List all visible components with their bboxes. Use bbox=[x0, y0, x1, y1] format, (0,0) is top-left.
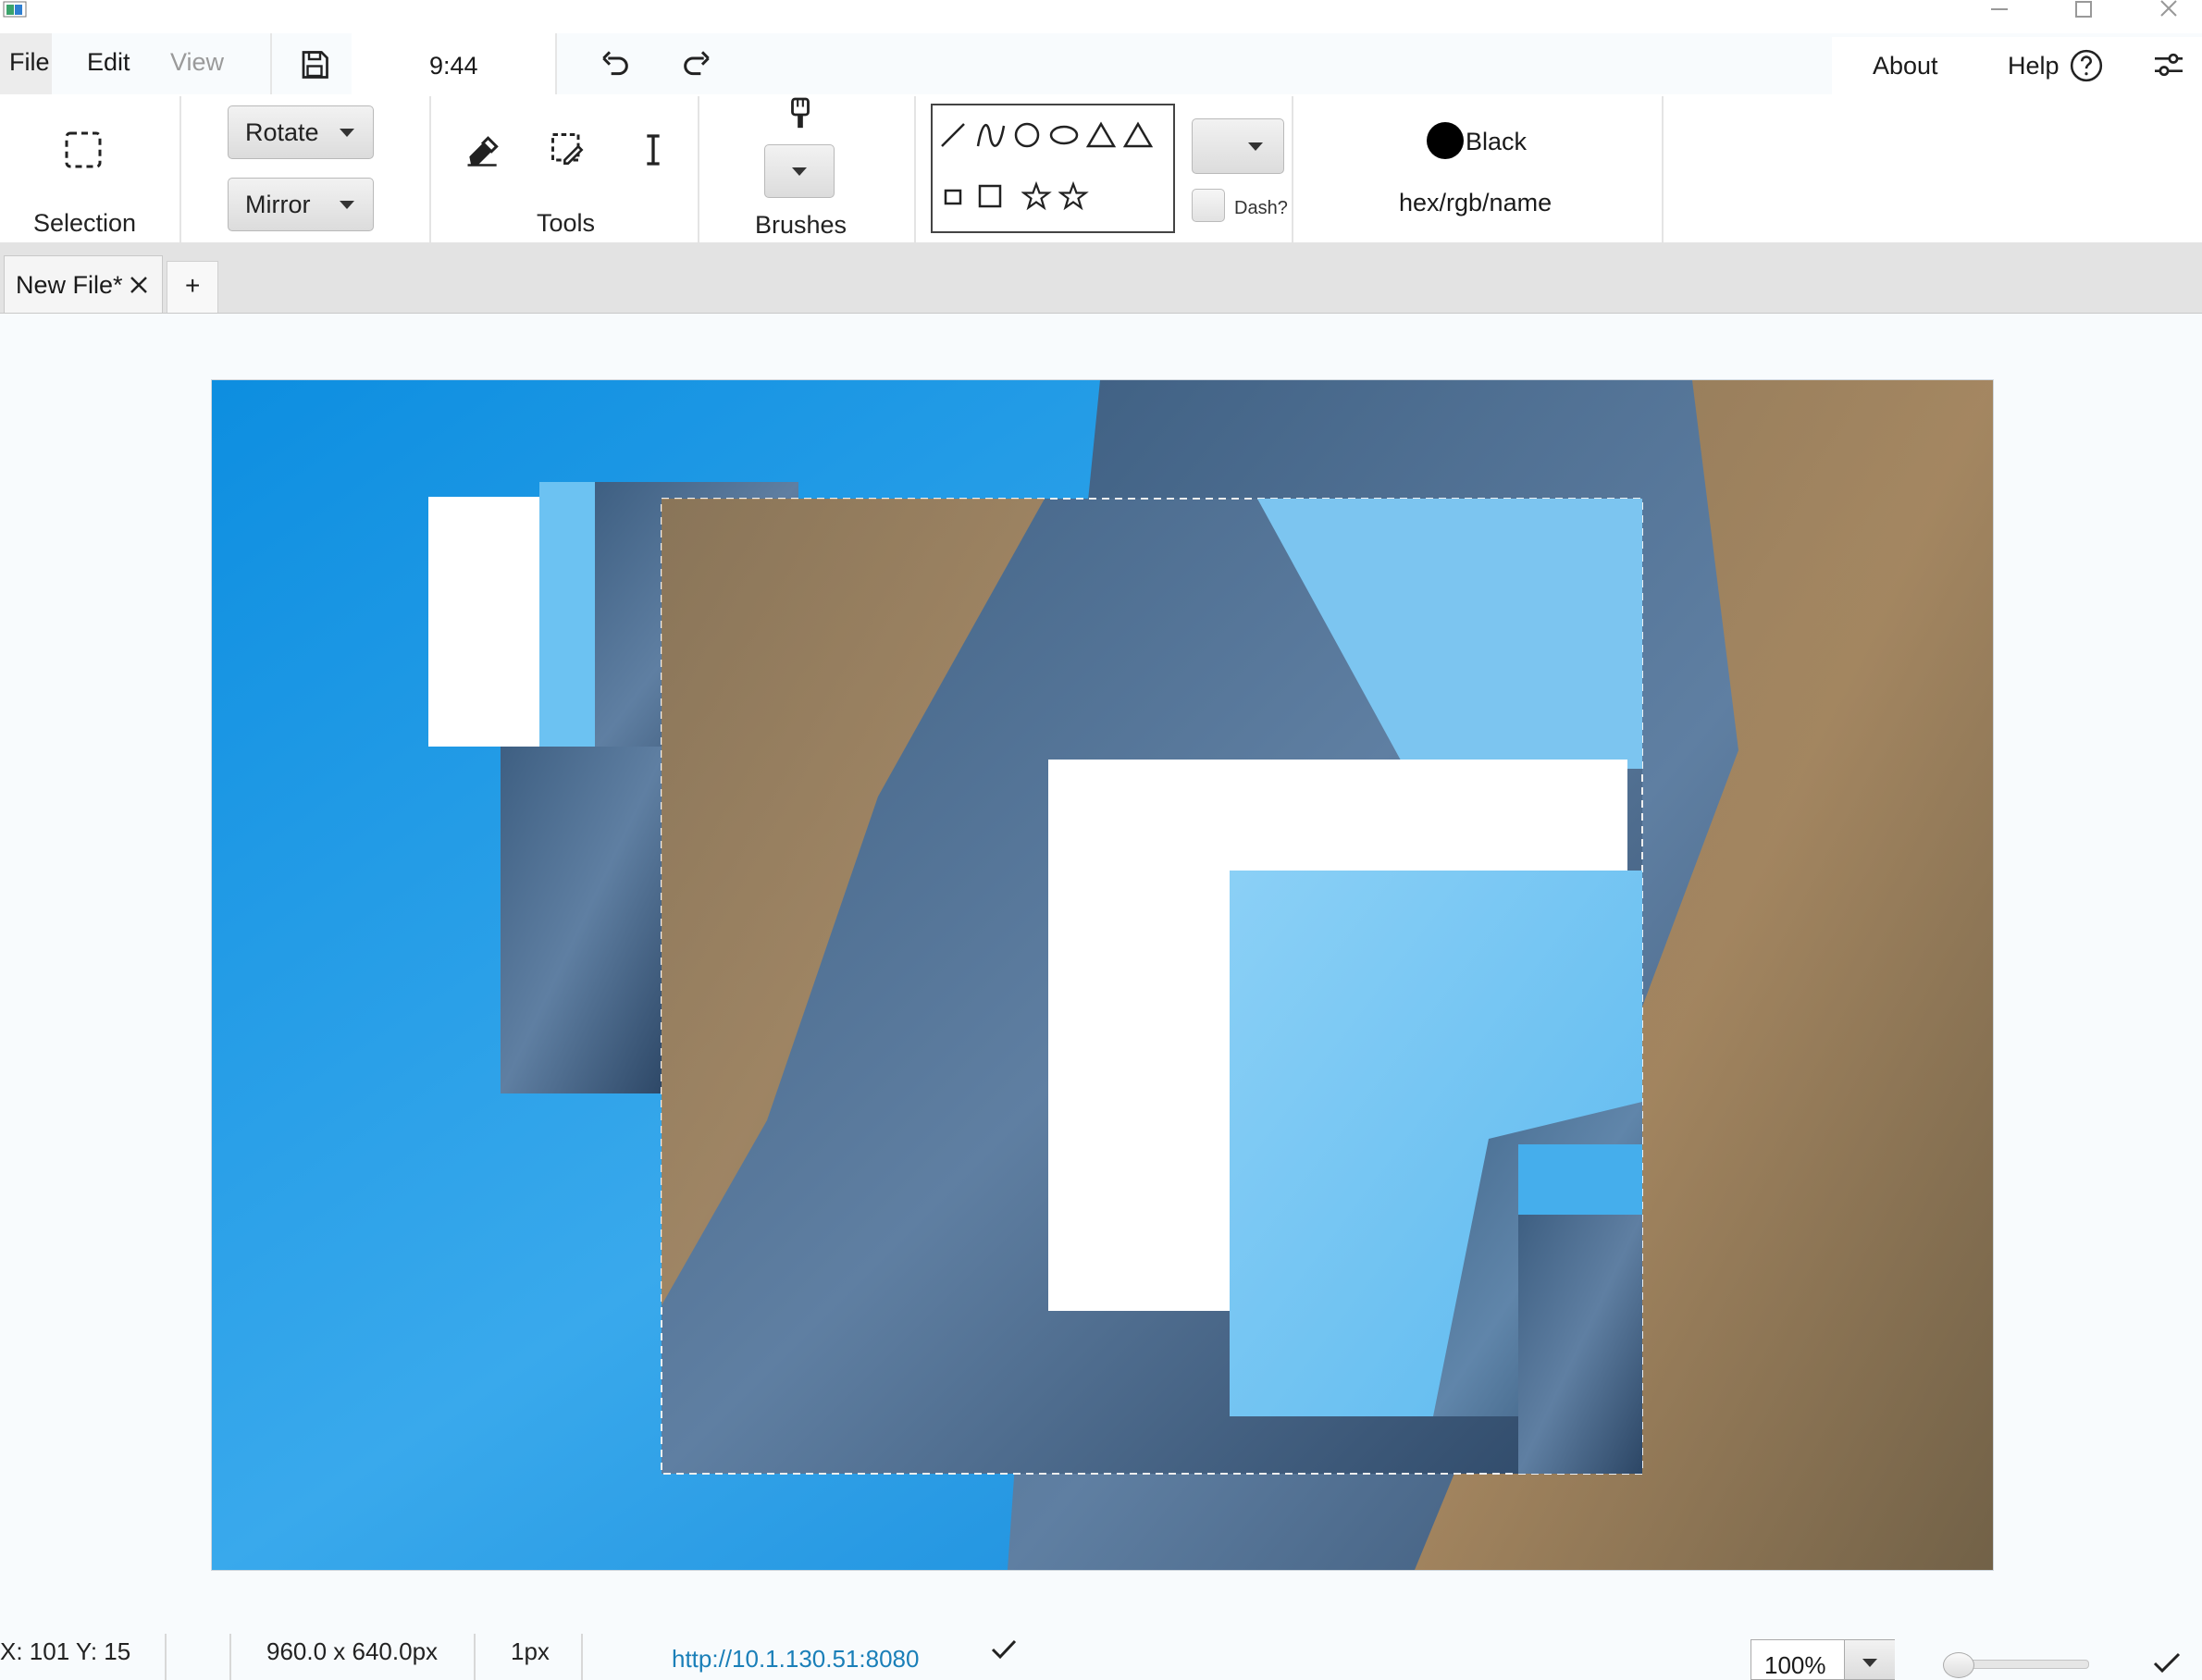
tab-label: New File* bbox=[16, 271, 123, 299]
redo-icon[interactable] bbox=[679, 44, 716, 86]
ribbon-divider bbox=[698, 96, 699, 242]
settings-sliders-icon[interactable] bbox=[2150, 46, 2187, 88]
canvas-size: 960.0 x 640.0px bbox=[266, 1637, 439, 1665]
canvas[interactable] bbox=[211, 379, 1994, 1571]
chevron-down-icon bbox=[1862, 1659, 1877, 1667]
minimize-icon[interactable] bbox=[1971, 0, 2026, 22]
stroke-style-dropdown[interactable] bbox=[1192, 118, 1284, 174]
square-icon[interactable] bbox=[975, 181, 1007, 213]
tab-bar bbox=[0, 242, 2202, 314]
brush-icon[interactable] bbox=[785, 96, 816, 138]
close-icon[interactable] bbox=[129, 275, 149, 295]
zoom-slider-thumb[interactable] bbox=[1943, 1652, 1974, 1678]
rotate-dropdown[interactable]: Rotate bbox=[228, 105, 374, 159]
shapes-panel bbox=[931, 104, 1175, 233]
add-tab-label: + bbox=[185, 271, 201, 300]
ribbon-divider bbox=[429, 96, 431, 242]
ribbon-divider bbox=[914, 96, 916, 242]
star-icon[interactable] bbox=[1021, 181, 1053, 213]
check-icon[interactable] bbox=[2152, 1650, 2182, 1679]
help-link[interactable]: Help bbox=[2008, 52, 2060, 80]
select-edit-icon[interactable] bbox=[548, 130, 588, 175]
server-url-link[interactable]: http://10.1.130.51:8080 bbox=[672, 1645, 919, 1674]
ribbon-divider bbox=[179, 96, 181, 242]
chevron-down-icon bbox=[340, 201, 354, 209]
rotate-label: Rotate bbox=[245, 118, 319, 146]
add-tab-button[interactable]: + bbox=[167, 261, 218, 313]
title-bar bbox=[0, 0, 2202, 33]
chevron-down-icon bbox=[1248, 142, 1263, 151]
cursor-coordinates: X: 101 Y: 15 bbox=[0, 1637, 131, 1665]
stroke-width: 1px bbox=[511, 1637, 550, 1665]
color-input[interactable]: hex/rgb/name bbox=[1399, 189, 1552, 217]
color-name: Black bbox=[1466, 128, 1528, 155]
ribbon-divider bbox=[1292, 96, 1293, 242]
status-divider bbox=[581, 1634, 583, 1680]
view-menu[interactable]: View bbox=[170, 48, 224, 77]
menu-divider bbox=[555, 33, 557, 94]
line-icon[interactable] bbox=[938, 120, 970, 152]
brush-dropdown[interactable] bbox=[764, 144, 835, 198]
square-icon[interactable] bbox=[938, 181, 970, 213]
mirror-dropdown[interactable]: Mirror bbox=[228, 178, 374, 231]
zoom-dropdown-button[interactable] bbox=[1844, 1640, 1895, 1679]
selection-group-label: Selection bbox=[33, 209, 137, 237]
dash-checkbox[interactable] bbox=[1192, 189, 1225, 222]
zoom-select[interactable]: 100% bbox=[1750, 1639, 1895, 1680]
status-divider bbox=[229, 1634, 231, 1680]
maximize-icon[interactable] bbox=[2056, 0, 2111, 22]
mirror-label: Mirror bbox=[245, 191, 311, 218]
status-divider bbox=[474, 1634, 476, 1680]
edit-menu[interactable]: Edit bbox=[87, 48, 130, 77]
tab-new-file[interactable]: New File* bbox=[4, 255, 163, 313]
ribbon-divider bbox=[1662, 96, 1664, 242]
chevron-down-icon bbox=[340, 129, 354, 137]
tools-group-label: Tools bbox=[537, 209, 596, 237]
file-menu[interactable]: File bbox=[9, 48, 50, 77]
triangle-icon[interactable] bbox=[1086, 120, 1118, 152]
selection-rect-icon[interactable] bbox=[63, 130, 104, 175]
star-icon[interactable] bbox=[1058, 181, 1090, 213]
menu-divider bbox=[270, 33, 272, 94]
app-icon bbox=[2, 0, 30, 19]
undo-icon[interactable] bbox=[596, 44, 633, 86]
close-icon[interactable] bbox=[2141, 0, 2196, 22]
brushes-group-label: Brushes bbox=[755, 211, 847, 239]
clock-text: 9:44 bbox=[429, 52, 478, 80]
canvas-image[interactable] bbox=[212, 380, 1993, 1570]
help-circle-icon[interactable] bbox=[2069, 48, 2104, 88]
about-link[interactable]: About bbox=[1873, 52, 1938, 80]
ellipse-icon[interactable] bbox=[1049, 120, 1081, 152]
save-icon[interactable] bbox=[298, 48, 331, 86]
chevron-down-icon bbox=[792, 167, 807, 176]
text-cursor-icon[interactable] bbox=[635, 130, 672, 175]
dash-label: Dash? bbox=[1234, 198, 1288, 218]
color-swatch[interactable] bbox=[1427, 122, 1464, 159]
circle-icon[interactable] bbox=[1012, 120, 1044, 152]
check-icon bbox=[990, 1637, 1018, 1666]
status-divider bbox=[165, 1634, 167, 1680]
zoom-value: 100% bbox=[1764, 1651, 1826, 1679]
triangle-icon[interactable] bbox=[1123, 120, 1155, 152]
eraser-icon[interactable] bbox=[463, 130, 503, 175]
curve-icon[interactable] bbox=[975, 120, 1007, 152]
